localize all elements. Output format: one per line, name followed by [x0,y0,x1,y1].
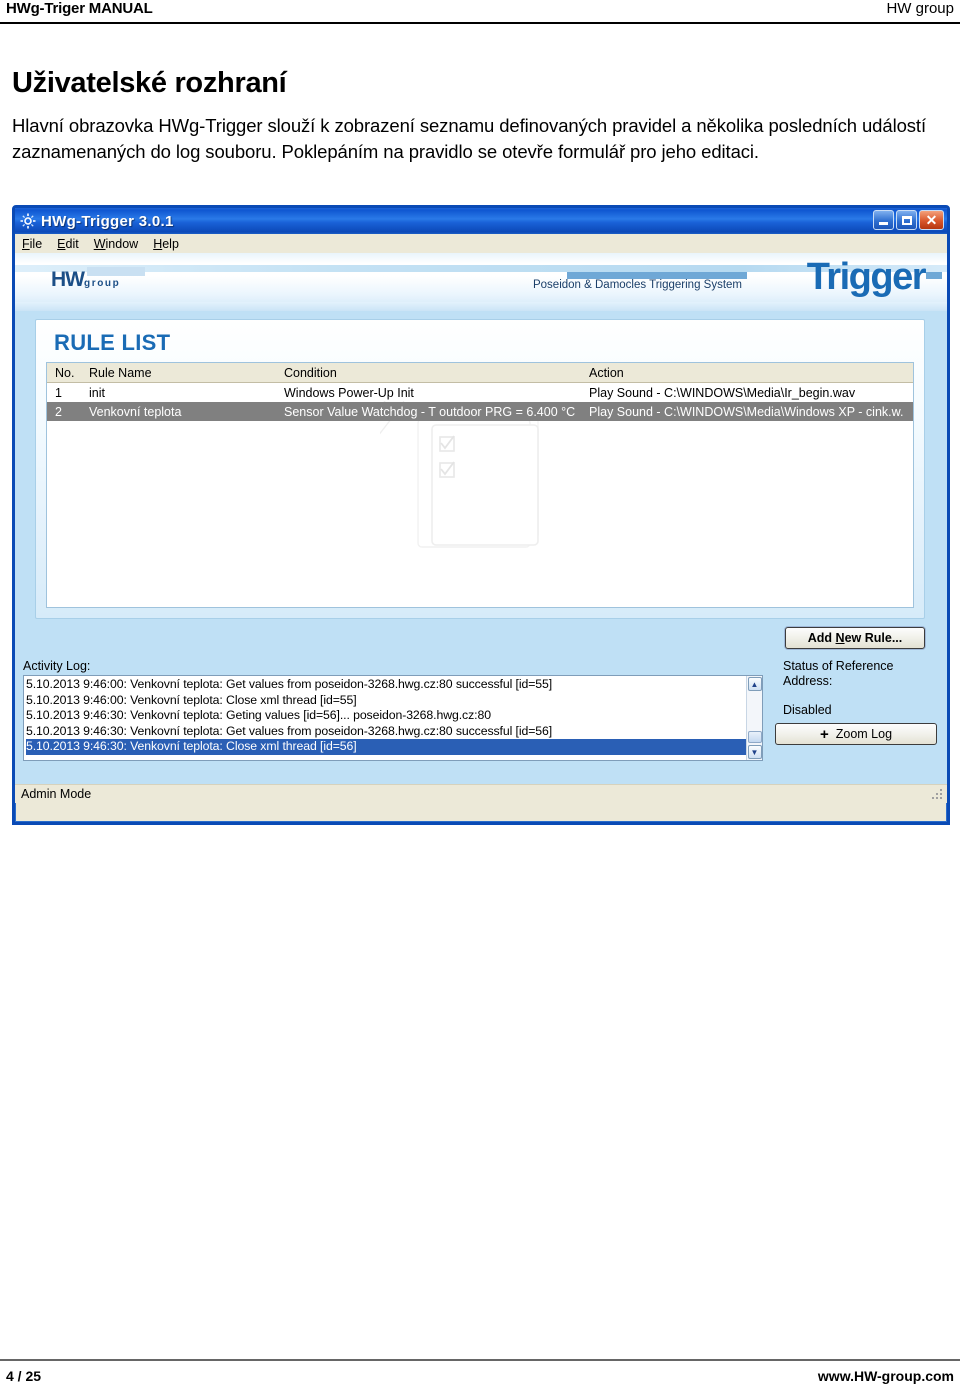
resize-grip-icon[interactable] [931,788,944,801]
maximize-button[interactable] [896,210,917,230]
zoom-log-label: Zoom Log [835,727,893,741]
banner-product-bar [926,272,942,279]
maximize-icon [901,215,912,225]
document-header-title: HWg-Triger MANUAL [6,0,153,17]
document-header-brand: HW group [886,0,954,17]
cell-condition: Windows Power-Up Init [284,385,414,400]
hw-logo-sub: group [84,278,121,289]
scroll-down-icon[interactable]: ▼ [747,745,762,759]
table-row[interactable]: 2 Venkovní teplota Sensor Value Watchdog… [47,402,913,421]
banner-product-name: Trigger [806,256,927,298]
close-icon: ✕ [925,212,938,228]
app-logo-icon [20,213,36,229]
rule-list-title: RULE LIST [54,330,171,355]
column-header-no[interactable]: No. [47,366,89,380]
list-item[interactable]: 5.10.2013 9:46:00: Venkovní teplota: Clo… [26,693,746,709]
minimize-icon [879,221,888,225]
menu-bar: File Edit Window Help [15,234,947,253]
menu-item-help[interactable]: Help [153,237,179,251]
cell-condition: Sensor Value Watchdog - T outdoor PRG = … [284,404,576,419]
cell-action: Play Sound - C:\WINDOWS\Media\Ir_begin.w… [589,385,856,400]
zoom-log-button[interactable]: + Zoom Log [775,723,937,745]
close-button[interactable]: ✕ [919,210,944,230]
banner-tagline-bar [567,272,747,279]
header-divider [0,22,960,24]
reference-status-label: Status of Reference Address: [783,659,894,688]
page-number: 4 / 25 [6,1368,42,1384]
cell-rule-name: init [89,385,105,400]
list-item[interactable]: 5.10.2013 9:46:30: Venkovní teplota: Clo… [26,739,746,755]
application-window: HWg-Trigger 3.0.1 ✕ File Edit Window Hel… [12,205,950,825]
add-new-rule-button[interactable]: Add New Rule... [785,627,925,649]
status-bar-text: Admin Mode [21,787,92,801]
hw-group-logo: HWgroup [51,269,120,290]
cell-rule-name: Venkovní teplota [89,404,182,419]
column-header-condition[interactable]: Condition [284,366,589,380]
footer-website: www.HW-group.com [817,1368,954,1384]
plus-icon: + [819,725,829,743]
page-title: Uživatelské rozhraní [12,67,287,100]
activity-log-label: Activity Log: [23,659,91,673]
cell-action: Play Sound - C:\WINDOWS\Media\Windows XP… [589,404,904,419]
column-header-rule-name[interactable]: Rule Name [89,366,284,380]
banner-stripe-bottom [15,302,947,311]
column-header-action[interactable]: Action [589,366,913,380]
menu-item-window[interactable]: Window [94,237,138,251]
cell-no: 1 [55,385,62,400]
rule-table-header: No. Rule Name Condition Action [47,363,913,383]
minimize-button[interactable] [873,210,894,230]
activity-log-lines: 5.10.2013 9:46:00: Venkovní teplota: Get… [24,676,746,760]
menu-item-file[interactable]: File [22,237,42,251]
add-new-rule-label: Add New Rule... [807,631,903,645]
banner-tagline: Poseidon & Damocles Triggering System [532,279,742,291]
list-item[interactable]: 5.10.2013 9:46:30: Venkovní teplota: Get… [26,724,746,740]
client-area: RULE LIST No. Rule Name Condition Action… [15,311,947,803]
activity-log-scrollbar[interactable]: ▲ ▼ [746,676,762,760]
document-footer: 4 / 25 www.HW-group.com [0,1364,960,1388]
scrollbar-thumb[interactable] [747,731,762,743]
menu-item-edit[interactable]: Edit [57,237,79,251]
intro-paragraph: Hlavní obrazovka HWg-Trigger slouží k zo… [12,114,926,162]
document-header: HWg-Triger MANUAL HW group [0,0,960,24]
window-controls: ✕ [873,210,944,230]
window-title-bar[interactable]: HWg-Trigger 3.0.1 ✕ [15,208,947,234]
activity-log-box[interactable]: 5.10.2013 9:46:00: Venkovní teplota: Get… [23,675,763,761]
list-item[interactable]: 5.10.2013 9:46:00: Venkovní teplota: Get… [26,677,746,693]
reference-status-value: Disabled [783,703,832,717]
list-item[interactable]: 5.10.2013 9:46:30: Venkovní teplota: Get… [26,708,746,724]
rule-list-panel: RULE LIST No. Rule Name Condition Action… [35,319,925,619]
app-banner: HWgroup Poseidon & Damocles Triggering S… [15,253,947,311]
cell-no: 2 [55,404,62,419]
rule-list-table[interactable]: No. Rule Name Condition Action 1 init Wi… [46,362,914,608]
hw-logo-main: HW [51,268,85,291]
scroll-up-icon[interactable]: ▲ [747,677,762,691]
status-bar: Admin Mode [15,784,947,803]
footer-divider [0,1359,960,1361]
window-title-text: HWg-Trigger 3.0.1 [41,212,174,230]
table-row[interactable]: 1 init Windows Power-Up Init Play Sound … [47,383,913,402]
